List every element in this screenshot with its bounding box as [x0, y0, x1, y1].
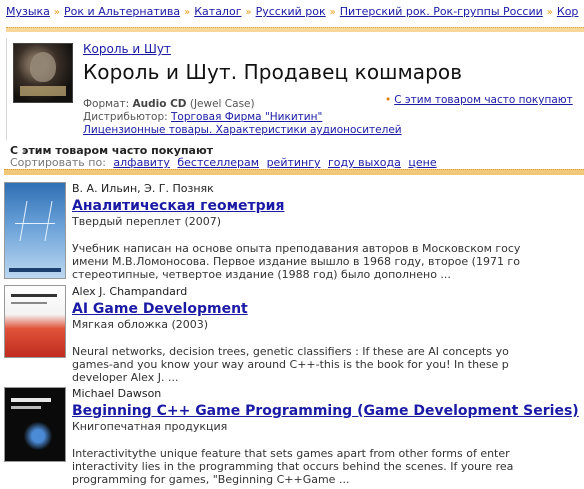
description-line: стереотипные, четвертое издание (1988 го… — [72, 268, 451, 281]
breadcrumb-separator: » — [184, 7, 191, 18]
description-line: имени М.В.Ломоносова. Первое издание выш… — [72, 255, 520, 268]
book-cover-image[interactable] — [4, 285, 66, 358]
book-format: Мягкая обложка (2003) — [72, 318, 209, 331]
breadcrumb-link-current[interactable]: Кор — [557, 5, 579, 18]
book-author: В. А. Ильин, Э. Г. Позняк — [72, 182, 214, 195]
breadcrumb-separator: » — [245, 7, 252, 18]
breadcrumb: Музыка» Рок и Альтернатива» Каталог» Русски… — [6, 5, 584, 32]
license-link[interactable]: Лицензионные товары. Характеристики ауди… — [83, 124, 402, 136]
sort-label: Сортировать по: — [10, 156, 106, 169]
list-item: Alex J. Champandard AI Game Development … — [4, 285, 584, 384]
breadcrumb-link-music[interactable]: Музыка — [6, 5, 50, 18]
book-description: Учебник написан на основе опыта преподав… — [72, 242, 584, 281]
description-line: programming for games, "Beginning C++Gam… — [72, 473, 350, 486]
artist-link[interactable]: Король и Шут — [83, 42, 171, 56]
description-line: games-and you know your way around C++-t… — [72, 358, 509, 371]
book-format: Книгопечатная продукция — [72, 420, 228, 433]
bullet-icon: • — [385, 94, 392, 106]
book-author: Michael Dawson — [72, 387, 162, 400]
product-meta: Формат: Audio CD (Jewel Case) Дистрибьют… — [83, 98, 402, 137]
breadcrumb-link-rock[interactable]: Рок и Альтернатива — [64, 5, 180, 18]
description-line: developer Alex J. ... — [72, 371, 179, 384]
format-value: Audio CD — [132, 98, 187, 110]
distributor-label: Дистрибьютор: — [83, 111, 168, 123]
book-format: Твердый переплет (2007) — [72, 215, 222, 228]
distributor-link[interactable]: Торговая Фирма "Никитин" — [171, 111, 322, 123]
list-item: Michael Dawson Beginning C++ Game Progra… — [4, 387, 584, 487]
sort-by-price[interactable]: цене — [408, 156, 436, 169]
breadcrumb-separator: » — [546, 7, 553, 18]
breadcrumb-link-piter-rock[interactable]: Питерский рок. Рок-группы России — [340, 5, 543, 18]
book-cover-image[interactable] — [4, 182, 66, 279]
sort-by-alphabet[interactable]: алфавиту — [113, 156, 169, 169]
page-title: Король и Шут. Продавец кошмаров — [83, 60, 463, 84]
album-cover-image[interactable] — [13, 43, 73, 103]
breadcrumb-divider — [6, 27, 584, 32]
book-title-link[interactable]: Beginning C++ Game Programming (Game Dev… — [72, 403, 579, 419]
sort-by-rating[interactable]: рейтингу — [267, 156, 321, 169]
book-description: Neural networks, decision trees, genetic… — [72, 345, 584, 384]
book-description: Interactivitythe unique feature that set… — [72, 447, 584, 486]
breadcrumb-separator: » — [329, 7, 336, 18]
list-item: В. А. Ильин, Э. Г. Позняк Аналитическая … — [4, 182, 584, 282]
breadcrumb-link-catalog[interactable]: Каталог — [194, 5, 241, 18]
also-bought-anchor[interactable]: • С этим товаром часто покупают — [385, 94, 573, 106]
sort-by-year[interactable]: году выхода — [328, 156, 401, 169]
sort-by-bestsellers[interactable]: бестселлерам — [177, 156, 259, 169]
book-title-link[interactable]: AI Game Development — [72, 301, 248, 317]
section-divider — [4, 169, 584, 175]
breadcrumb-link-russian-rock[interactable]: Русский рок — [256, 5, 326, 18]
book-author: Alex J. Champandard — [72, 285, 188, 298]
format-note: (Jewel Case) — [189, 98, 255, 110]
description-line: interactivity lies in the programming th… — [72, 460, 514, 473]
description-line: Учебник написан на основе опыта преподав… — [72, 242, 521, 255]
also-bought-link[interactable]: С этим товаром часто покупают — [394, 94, 573, 106]
format-label: Формат: — [83, 98, 130, 110]
sort-bar: Сортировать по: алфавиту бестселлерам ре… — [10, 156, 437, 169]
book-title-link[interactable]: Аналитическая геометрия — [72, 198, 284, 214]
description-line: Interactivitythe unique feature that set… — [72, 447, 510, 460]
product-header: Король и Шут Король и Шут. Продавец кошм… — [6, 38, 584, 140]
book-cover-image[interactable] — [4, 387, 66, 462]
description-line: Neural networks, decision trees, genetic… — [72, 345, 509, 358]
breadcrumb-separator: » — [53, 7, 61, 18]
